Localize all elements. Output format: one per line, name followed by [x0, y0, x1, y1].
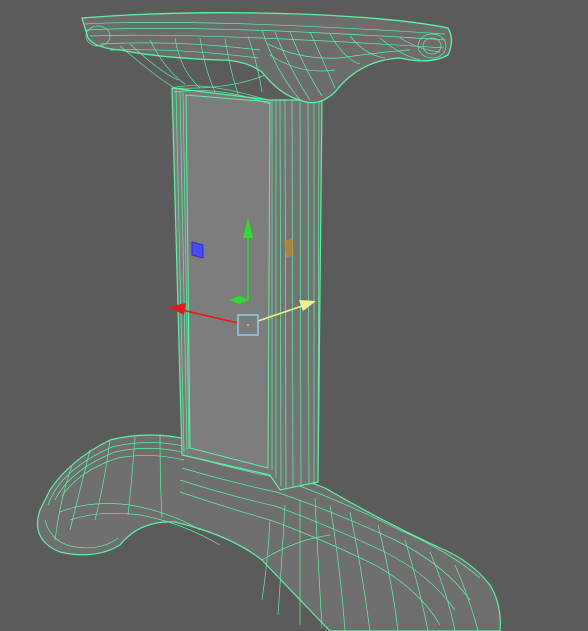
pivot-dot	[247, 324, 249, 326]
top-cap-mesh[interactable]	[81, 12, 453, 105]
column-mesh[interactable]	[171, 87, 323, 491]
plane-handle-xy[interactable]	[191, 241, 204, 259]
3d-viewport[interactable]	[0, 0, 588, 631]
viewport-canvas[interactable]	[0, 0, 588, 631]
x-axis-arrow-icon[interactable]	[168, 303, 186, 315]
